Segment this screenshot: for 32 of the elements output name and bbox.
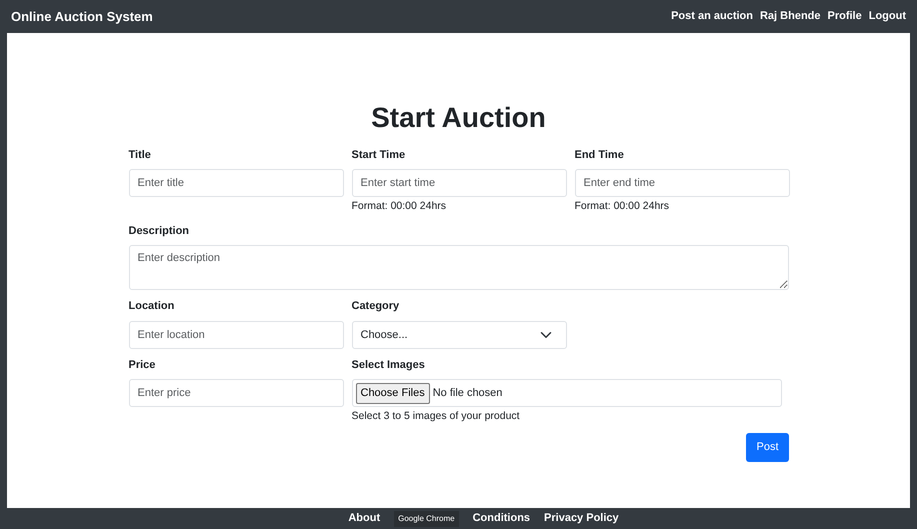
input-field[interactable]: Enter title (128, 169, 344, 198)
input-field[interactable]: Enter start time (352, 169, 566, 198)
input-field[interactable]: Enter end time (574, 169, 790, 198)
text-area[interactable]: Enter description (128, 245, 788, 290)
file-status: No file chosen (432, 386, 502, 402)
nav-link[interactable]: Post an auction (671, 8, 753, 25)
field-label: Price (128, 358, 156, 373)
footer-link[interactable]: Conditions (472, 510, 530, 527)
field-label: Location (128, 299, 174, 314)
choose-files-button[interactable]: Choose Files (356, 383, 430, 404)
post-button[interactable]: Post (746, 433, 788, 462)
input-field[interactable]: Enter location (128, 320, 344, 349)
brand-title: Online Auction System (11, 8, 153, 26)
help-text: Format: 00:00 24hrs (574, 199, 670, 214)
page-heading: Start Auction (370, 101, 547, 135)
input-field[interactable]: Enter price (128, 379, 344, 408)
help-text: Format: 00:00 24hrs (352, 199, 446, 214)
field-label: Start Time (352, 148, 406, 163)
field-label: Title (128, 148, 151, 163)
footer-link[interactable]: About (348, 510, 380, 527)
nav-link[interactable]: Profile (828, 8, 862, 25)
field-label: Select Images (352, 358, 425, 373)
category-select[interactable]: Choose... (352, 320, 566, 349)
nav-link[interactable]: Logout (868, 8, 906, 25)
field-label: End Time (574, 148, 624, 163)
field-label: Category (352, 299, 400, 314)
field-label: Description (128, 224, 190, 239)
tooltip: Google Chrome (394, 510, 459, 526)
help-text: Select 3 to 5 images of your product (352, 409, 520, 424)
file-field[interactable]: Choose Files No file chosen (352, 379, 782, 408)
nav-link[interactable]: Raj Bhende (760, 8, 820, 25)
footer-link[interactable]: Privacy Policy (544, 510, 619, 527)
